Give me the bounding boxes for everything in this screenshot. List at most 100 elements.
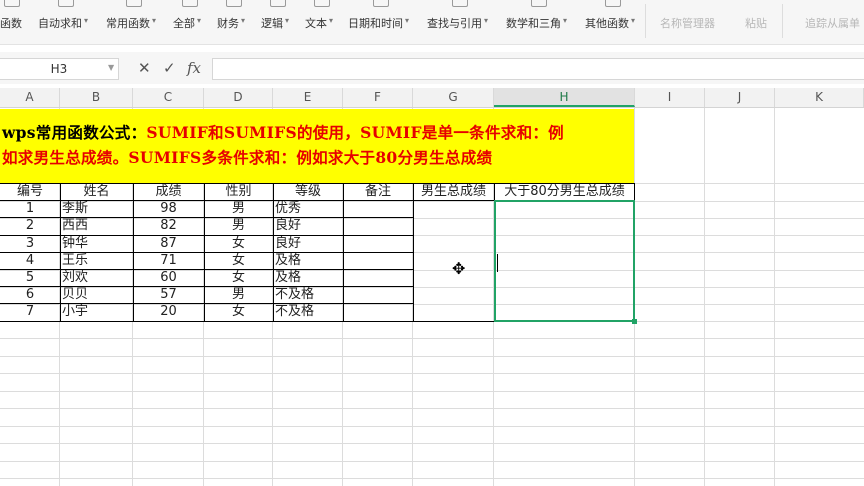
table-cell[interactable]: 钟华 <box>60 235 133 252</box>
name-box[interactable]: H3 <box>0 58 119 80</box>
table-cell[interactable]: 20 <box>133 303 204 320</box>
table-cell[interactable]: 良好 <box>273 217 343 234</box>
column-header-I[interactable]: I <box>635 88 705 107</box>
ribbon-button-label: 常用函数 <box>106 17 150 30</box>
table-cell[interactable]: 不及格 <box>273 286 343 303</box>
function-icon <box>225 0 242 7</box>
table-cell[interactable]: 贝贝 <box>60 286 133 303</box>
function-icon <box>531 0 547 7</box>
table-cell[interactable]: 7 <box>0 303 60 320</box>
column-header-E[interactable]: E <box>273 88 343 107</box>
ribbon-button-3[interactable]: 全部 ▾ <box>173 0 204 40</box>
table-cell[interactable] <box>343 235 413 252</box>
table-cell[interactable]: 男 <box>204 217 273 234</box>
column-header-G[interactable]: G <box>413 88 494 107</box>
ribbon-button-1[interactable]: 自动求和 ▾ <box>38 0 91 40</box>
table-cell[interactable]: 87 <box>133 235 204 252</box>
fx-icon[interactable]: fx <box>187 58 201 78</box>
table-header-cell[interactable]: 等级 <box>273 183 343 200</box>
table-cell[interactable] <box>343 252 413 269</box>
ribbon-button-6[interactable]: 文本 ▾ <box>305 0 336 40</box>
table-cell[interactable] <box>343 286 413 303</box>
ribbon-button-right-0[interactable]: 名称管理器 <box>660 0 715 40</box>
ribbon-button-7[interactable]: 日期和时间 ▾ <box>348 0 412 40</box>
column-header-F[interactable]: F <box>343 88 413 107</box>
table-cell[interactable]: 60 <box>133 269 204 286</box>
table-cell[interactable]: 刘欢 <box>60 269 133 286</box>
column-header-K[interactable]: K <box>775 88 864 107</box>
table-cell[interactable]: 6 <box>0 286 60 303</box>
name-box-dropdown-icon[interactable]: ▼ <box>108 58 114 78</box>
formula-input[interactable] <box>212 58 864 80</box>
table-header-cell[interactable]: 备注 <box>343 183 413 200</box>
table-cell[interactable]: 及格 <box>273 252 343 269</box>
table-border <box>60 183 61 322</box>
ribbon-button-2[interactable]: 常用函数 ▾ <box>106 0 159 40</box>
dropdown-arrow-icon: ▾ <box>563 16 568 25</box>
table-cell[interactable]: 女 <box>204 303 273 320</box>
ribbon-button-10[interactable]: 其他函数 ▾ <box>585 0 638 40</box>
column-header-B[interactable]: B <box>60 88 133 107</box>
column-header-D[interactable]: D <box>204 88 273 107</box>
table-cell[interactable] <box>343 200 413 217</box>
table-cell[interactable]: 女 <box>204 269 273 286</box>
column-header-A[interactable]: A <box>0 88 60 107</box>
active-cell-selection[interactable] <box>494 200 635 322</box>
ribbon-button-right-1[interactable]: 粘贴 <box>745 0 767 40</box>
table-cell[interactable]: 不及格 <box>273 303 343 320</box>
table-cell[interactable]: 4 <box>0 252 60 269</box>
table-header-cell[interactable]: 大于80分男生总成绩 <box>494 183 635 200</box>
ribbon-button-9[interactable]: 数学和三角 ▾ <box>506 0 570 40</box>
table-cell[interactable] <box>343 269 413 286</box>
ribbon-button-right-2[interactable]: 追踪从属单 <box>805 0 860 40</box>
table-cell[interactable]: 71 <box>133 252 204 269</box>
table-cell[interactable] <box>343 217 413 234</box>
table-cell[interactable]: 82 <box>133 217 204 234</box>
table-border <box>0 252 414 253</box>
table-cell[interactable]: 男 <box>204 200 273 217</box>
table-header-cell[interactable]: 成绩 <box>133 183 204 200</box>
table-cell[interactable]: 3 <box>0 235 60 252</box>
column-header-J[interactable]: J <box>705 88 775 107</box>
function-icon <box>57 0 74 7</box>
title-banner[interactable]: wps常用函数公式：SUMIF和SUMIFS的使用，SUMIF是单一条件求和：例… <box>0 109 634 183</box>
table-cell[interactable]: 1 <box>0 200 60 217</box>
table-cell[interactable]: 5 <box>0 269 60 286</box>
table-header-cell[interactable]: 男生总成绩 <box>413 183 494 200</box>
cell-cursor-icon: ✥ <box>452 259 466 278</box>
confirm-icon[interactable]: ✓ <box>163 58 176 78</box>
column-header-H[interactable]: H <box>494 88 635 107</box>
ribbon-button-5[interactable]: 逻辑 ▾ <box>261 0 292 40</box>
ribbon-button-4[interactable]: 财务 ▾ <box>217 0 248 40</box>
table-cell[interactable] <box>343 303 413 320</box>
table-cell[interactable]: 良好 <box>273 235 343 252</box>
dropdown-arrow-icon: ▾ <box>241 16 246 25</box>
table-header-cell[interactable]: 姓名 <box>60 183 133 200</box>
table-cell[interactable]: 女 <box>204 235 273 252</box>
table-cell[interactable]: 男 <box>204 286 273 303</box>
ribbon-button-0[interactable]: 函数 <box>0 0 22 40</box>
column-header-C[interactable]: C <box>133 88 204 107</box>
table-cell[interactable]: 西西 <box>60 217 133 234</box>
cancel-icon[interactable]: ✕ <box>138 58 151 78</box>
ribbon-separator <box>645 4 646 38</box>
table-cell[interactable]: 小宇 <box>60 303 133 320</box>
table-cell[interactable]: 王乐 <box>60 252 133 269</box>
table-border <box>0 217 414 218</box>
table-cell[interactable]: 李斯 <box>60 200 133 217</box>
table-cell[interactable]: 57 <box>133 286 204 303</box>
table-header-cell[interactable]: 编号 <box>0 183 60 200</box>
fill-handle[interactable] <box>632 319 637 324</box>
table-border <box>0 183 635 184</box>
table-header-cell[interactable]: 性别 <box>204 183 273 200</box>
ribbon-button-8[interactable]: 查找与引用 ▾ <box>427 0 491 40</box>
function-icon <box>452 0 468 7</box>
table-cell[interactable]: 2 <box>0 217 60 234</box>
ribbon-button-label: 其他函数 <box>585 17 629 30</box>
table-cell[interactable]: 女 <box>204 252 273 269</box>
ribbon-button-label: 数学和三角 <box>506 17 561 30</box>
table-cell[interactable]: 及格 <box>273 269 343 286</box>
text-caret <box>497 254 498 272</box>
table-cell[interactable]: 优秀 <box>273 200 343 217</box>
table-cell[interactable]: 98 <box>133 200 204 217</box>
